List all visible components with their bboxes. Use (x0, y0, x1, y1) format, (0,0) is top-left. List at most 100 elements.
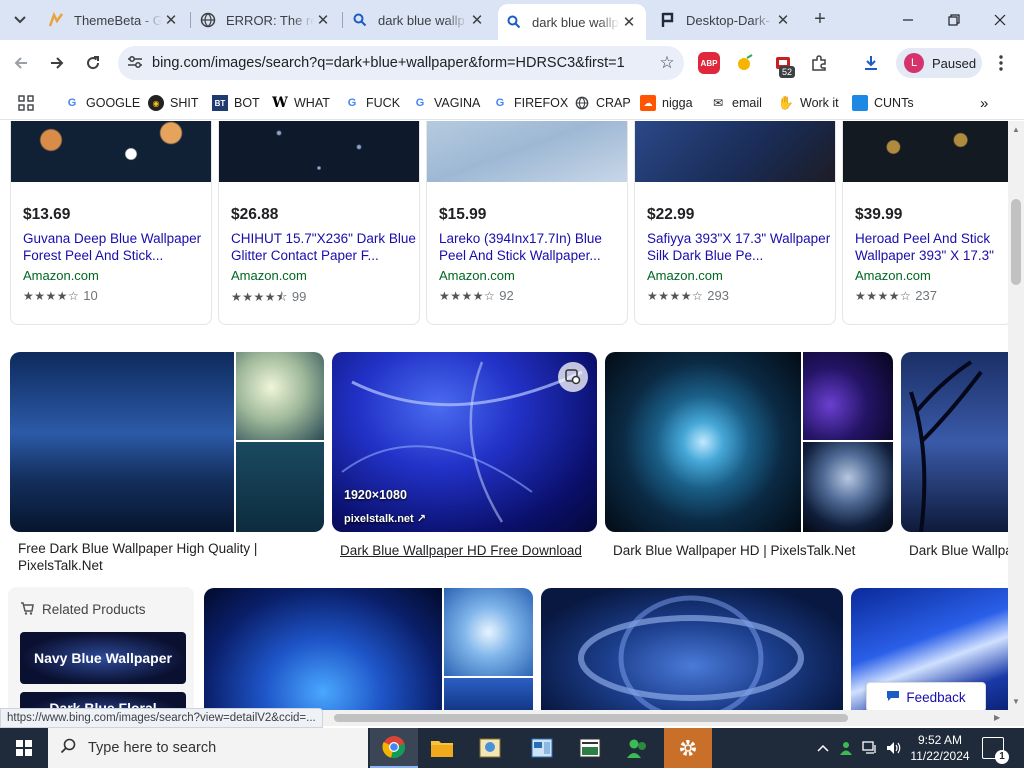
url-text[interactable]: bing.com/images/search?q=dark+blue+wallp… (152, 55, 650, 71)
image-result-caption[interactable]: Free Dark Blue Wallpaper High Quality | … (18, 540, 318, 574)
product-card[interactable]: $26.88 CHIHUT 15.7"X236" Dark Blue Glitt… (218, 121, 420, 325)
menu-kebab-icon[interactable] (990, 52, 1012, 74)
image-thumbnail[interactable] (204, 588, 442, 710)
feedback-button[interactable]: Feedback (866, 682, 986, 710)
product-image[interactable] (219, 121, 419, 182)
image-result[interactable] (901, 352, 1008, 532)
image-thumbnail[interactable] (236, 352, 324, 440)
image-thumbnail[interactable] (803, 442, 893, 532)
bookmark-google[interactable]: G GOOGLE (64, 92, 140, 114)
address-bar[interactable]: bing.com/images/search?q=dark+blue+wallp… (118, 46, 684, 80)
bookmark-soundcloud[interactable]: ☁ nigga (640, 92, 693, 114)
taskbar-app-window[interactable] (518, 728, 566, 768)
close-tab-icon[interactable]: ✕ (314, 11, 332, 29)
vertical-scrollbar[interactable]: ▲ ▼ (1008, 121, 1024, 710)
related-product-chip[interactable]: Navy Blue Wallpaper (20, 632, 186, 684)
product-card[interactable]: $15.99 Lareko (394Inx17.7In) Blue Peel A… (426, 121, 628, 325)
image-source-site[interactable]: pixelstalk.net ↗ (344, 512, 426, 525)
bookmark-crap[interactable]: CRAP (574, 92, 631, 114)
tab-bing-search-1[interactable]: dark blue wallp ✕ (344, 6, 494, 34)
taskbar-chrome[interactable] (370, 728, 418, 768)
image-result-caption[interactable]: Dark Blue Wallpa (909, 542, 1008, 559)
scrollbar-thumb[interactable] (1011, 199, 1021, 285)
close-tab-icon[interactable]: ✕ (468, 11, 486, 29)
image-thumbnail[interactable] (803, 352, 893, 440)
start-button[interactable] (0, 728, 48, 768)
image-result-collage[interactable] (204, 588, 533, 710)
image-result[interactable] (541, 588, 843, 710)
more-bookmarks-button[interactable]: » (980, 92, 988, 114)
taskbar-search-box[interactable]: Type here to search (48, 728, 368, 768)
download-icon[interactable] (860, 52, 882, 74)
notification-center-icon[interactable]: 1 (982, 737, 1009, 764)
bookmark-firefox[interactable]: G FIREFOX (492, 92, 568, 114)
tab-search-button[interactable] (6, 7, 34, 33)
minimize-button[interactable] (886, 6, 930, 34)
product-title-link[interactable]: Lareko (394Inx17.7In) Blue Peel And Stic… (439, 230, 627, 264)
image-result-collage[interactable] (605, 352, 893, 532)
product-image[interactable] (843, 121, 1008, 182)
volume-icon[interactable] (884, 728, 904, 768)
image-thumbnail[interactable] (236, 442, 324, 532)
bookmark-shit[interactable]: ◉ SHIT (148, 92, 198, 114)
adblock-plus-icon[interactable]: ABP (698, 52, 720, 74)
profile-button[interactable]: L Paused (896, 48, 982, 78)
product-card[interactable]: $13.69 Guvana Deep Blue Wallpaper Forest… (10, 121, 212, 325)
site-info-icon[interactable] (118, 55, 152, 72)
product-card[interactable]: $22.99 Safiyya 393"X 17.3" Wallpaper Sil… (634, 121, 836, 325)
apps-grid-button[interactable] (18, 92, 34, 114)
image-result-hovered[interactable]: 1920×1080 pixelstalk.net ↗ (332, 352, 597, 532)
tab-themebeta[interactable]: ThemeBeta - Ge ✕ (40, 6, 188, 34)
scroll-right-icon[interactable]: ▶ (994, 713, 1000, 722)
taskbar-app-photo[interactable] (466, 728, 514, 768)
bookmark-work-it[interactable]: ✋ Work it (778, 92, 839, 114)
taskbar-app-document[interactable] (566, 728, 614, 768)
forward-button[interactable] (44, 50, 70, 76)
scrollbar-thumb[interactable] (334, 714, 848, 722)
close-tab-icon[interactable]: ✕ (774, 11, 792, 29)
tray-people-icon[interactable] (836, 728, 856, 768)
scroll-up-icon[interactable]: ▲ (1012, 125, 1020, 134)
taskbar-file-explorer[interactable] (418, 728, 466, 768)
image-result-caption[interactable]: Dark Blue Wallpaper HD | PixelsTalk.Net (613, 542, 893, 559)
product-title-link[interactable]: Safiyya 393"X 17.3" Wallpaper Silk Dark … (647, 230, 835, 264)
close-window-button[interactable] (978, 6, 1022, 34)
image-thumbnail[interactable] (605, 352, 801, 532)
bookmark-bot[interactable]: BT BOT (212, 92, 260, 114)
visual-search-button[interactable] (558, 362, 588, 392)
image-result-caption[interactable]: Dark Blue Wallpaper HD Free Download (340, 542, 600, 559)
product-image[interactable] (11, 121, 211, 182)
taskbar-app-people[interactable] (614, 728, 662, 768)
image-thumbnail[interactable] (10, 352, 234, 532)
product-image[interactable] (427, 121, 627, 182)
image-thumbnail[interactable] (444, 678, 533, 710)
extensions-puzzle-icon[interactable] (808, 52, 830, 74)
tab-error[interactable]: ERROR: The rec ✕ (192, 6, 340, 34)
tray-overflow-button[interactable] (812, 728, 834, 768)
bookmark-star-icon[interactable]: ☆ (650, 53, 684, 73)
taskbar-settings[interactable] (664, 728, 712, 768)
product-title-link[interactable]: CHIHUT 15.7"X236" Dark Blue Glitter Cont… (231, 230, 419, 264)
close-tab-icon[interactable]: ✕ (162, 11, 180, 29)
product-title-link[interactable]: Guvana Deep Blue Wallpaper Forest Peel A… (23, 230, 211, 264)
bookmark-email[interactable]: ✉ email (710, 92, 762, 114)
close-tab-icon[interactable]: ✕ (620, 13, 638, 31)
bookmark-what[interactable]: W WHAT (272, 92, 330, 114)
network-icon[interactable] (860, 728, 880, 768)
taskbar-clock[interactable]: 9:52 AM 11/22/2024 (908, 732, 972, 764)
bookmark-fuck[interactable]: G FUCK (344, 92, 400, 114)
tab-desktop-dark[interactable]: Desktop-Dark- ✕ (652, 6, 800, 34)
tab-bing-search-active[interactable]: dark blue wallp ✕ (498, 4, 646, 40)
image-thumbnail[interactable] (444, 588, 533, 676)
extension-hand-icon[interactable] (734, 52, 756, 74)
image-result-collage[interactable] (10, 352, 324, 532)
new-tab-button[interactable]: + (808, 8, 832, 32)
product-card[interactable]: $39.99 Heroad Peel And Stick Wallpaper 3… (842, 121, 1008, 325)
scroll-down-icon[interactable]: ▼ (1012, 697, 1020, 706)
product-image[interactable] (635, 121, 835, 182)
product-title-link[interactable]: Heroad Peel And Stick Wallpaper 393" X 1… (855, 230, 1008, 264)
restore-button[interactable] (932, 6, 976, 34)
bookmark-vagina[interactable]: G VAGINA (412, 92, 481, 114)
back-button[interactable] (8, 50, 34, 76)
reload-button[interactable] (80, 50, 106, 76)
